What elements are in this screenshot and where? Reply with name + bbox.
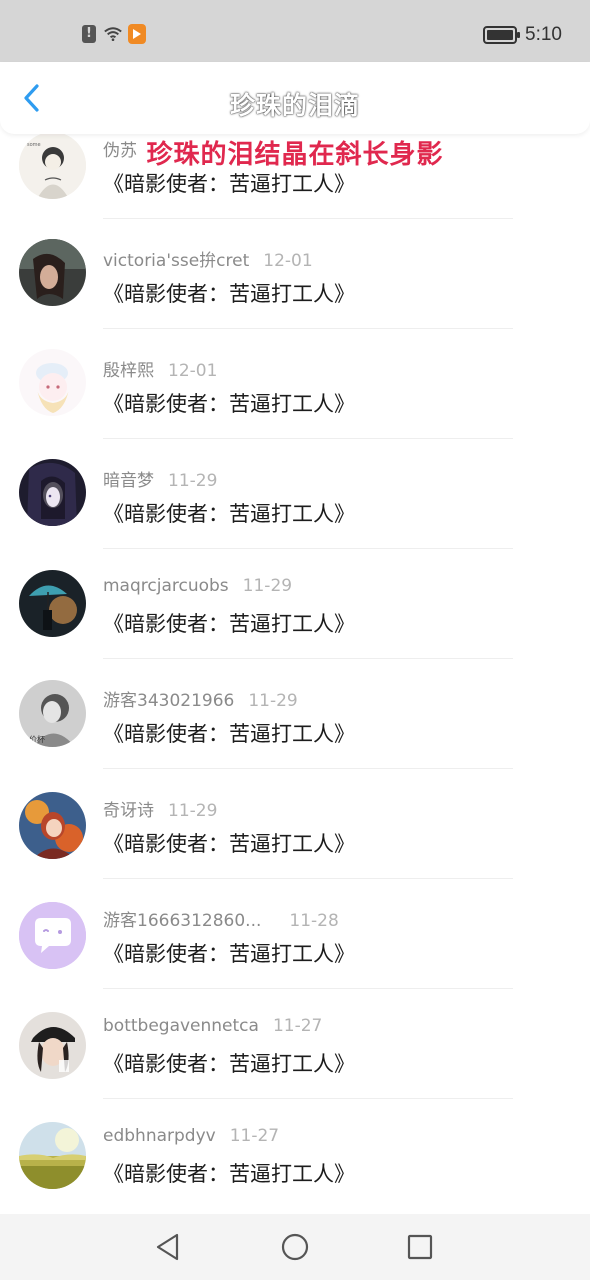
item-meta: victoria'sse拚cret 12-01 <box>103 246 313 271</box>
item-message[interactable]: 《暗影使者：苦逼打工人》 <box>103 828 355 858</box>
avatar-bw-photo-icon: 价杯 <box>19 680 86 747</box>
avatar-default-chat-icon <box>19 902 86 969</box>
item-message[interactable]: 《暗影使者：苦逼打工人》 <box>103 498 355 528</box>
item-date: 11-29 <box>242 576 293 596</box>
item-message[interactable]: 《暗影使者：苦逼打工人》 <box>103 278 355 308</box>
item-date: 11-29 <box>168 471 218 491</box>
list-item[interactable]: edbhnarpdyv 11-27 《暗影使者：苦逼打工人》 <box>0 1100 590 1210</box>
divider <box>103 658 513 659</box>
avatar-photo-dark-icon <box>19 239 86 306</box>
status-icons-right: 5:10 <box>483 24 562 46</box>
list-item[interactable]: 奇讶诗 11-29 《暗影使者：苦逼打工人》 <box>0 770 590 880</box>
nav-home-icon <box>281 1233 309 1261</box>
overlay-title-text: 珍珠的泪结晶在斜长身影 <box>146 140 444 170</box>
list-item[interactable]: 游客1666312860... 11-28 《暗影使者：苦逼打工人》 <box>0 880 590 990</box>
avatar[interactable] <box>19 459 86 526</box>
nav-back-icon <box>156 1233 179 1261</box>
avatar[interactable] <box>19 1012 86 1079</box>
divider <box>103 1098 513 1099</box>
list-item[interactable]: maqrcjarcuobs 11-29 《暗影使者：苦逼打工人》 <box>0 550 590 660</box>
user-name[interactable]: 暗音梦 <box>103 471 154 491</box>
avatar[interactable] <box>19 349 86 416</box>
item-date: 12-01 <box>168 361 218 381</box>
page-title: 珍珠的泪滴 <box>229 91 360 120</box>
status-icons-left: ! <box>80 24 146 44</box>
item-meta: bottbegavennetca 11-27 <box>103 1016 322 1036</box>
avatar[interactable]: 价杯 <box>19 680 86 747</box>
item-meta: 游客1666312860... 11-28 <box>103 906 339 931</box>
user-name[interactable]: 殷梓熙 <box>103 361 154 381</box>
user-name[interactable]: 奇讶诗 <box>103 801 154 821</box>
item-date: 11-29 <box>248 691 298 711</box>
divider <box>103 438 513 439</box>
avatar-cap-girl-icon <box>19 1012 86 1079</box>
avatar-anime-white-icon <box>19 349 86 416</box>
user-name[interactable]: victoria'sse拚cret <box>103 251 249 271</box>
list-item[interactable]: 暗音梦 11-29 《暗影使者：苦逼打工人》 <box>0 440 590 550</box>
user-name[interactable]: maqrcjarcuobs <box>103 576 229 596</box>
divider <box>103 328 513 329</box>
item-date: 12-01 <box>263 251 313 271</box>
item-meta: 暗音梦 11-29 <box>103 466 217 491</box>
item-date: 11-27 <box>272 1016 323 1036</box>
battery-icon <box>483 26 521 44</box>
user-name[interactable]: edbhnarpdyv <box>103 1126 216 1146</box>
item-message[interactable]: 《暗影使者：苦逼打工人》 <box>103 388 355 418</box>
user-name[interactable]: bottbegavennetca <box>103 1016 259 1036</box>
user-name[interactable]: 游客343021966 <box>103 691 234 711</box>
divider <box>103 218 513 219</box>
item-meta: 游客343021966 11-29 <box>103 686 298 711</box>
item-message[interactable]: 《暗影使者：苦逼打工人》 <box>103 1158 355 1188</box>
wifi-icon <box>104 24 122 44</box>
system-nav-bar <box>0 1214 590 1280</box>
status-bar: ! 5:10 <box>0 0 590 62</box>
item-meta: 奇讶诗 11-29 <box>103 796 217 821</box>
status-time: 5:10 <box>525 24 562 45</box>
svg-text:价杯: 价杯 <box>29 734 45 744</box>
item-message[interactable]: 《暗影使者：苦逼打工人》 <box>103 608 355 638</box>
alert-icon: ! <box>80 24 98 44</box>
divider <box>103 548 513 549</box>
item-meta: maqrcjarcuobs 11-29 <box>103 576 292 596</box>
list-item[interactable]: victoria'sse拚cret 12-01 《暗影使者：苦逼打工人》 <box>0 220 590 330</box>
divider <box>103 768 513 769</box>
header-bar: 珍珠的泪滴 <box>0 62 590 134</box>
video-app-icon <box>128 24 146 44</box>
nav-home-button[interactable] <box>280 1232 310 1262</box>
item-date: 11-29 <box>168 801 218 821</box>
item-message[interactable]: 《暗影使者：苦逼打工人》 <box>103 938 355 968</box>
user-name[interactable]: 游客1666312860... <box>103 911 261 931</box>
item-meta: edbhnarpdyv 11-27 <box>103 1126 279 1146</box>
divider <box>103 988 513 989</box>
avatar[interactable] <box>19 1122 86 1189</box>
nav-recent-icon <box>407 1234 433 1260</box>
divider <box>103 878 513 879</box>
item-date: 11-28 <box>289 911 339 931</box>
item-message[interactable]: 《暗影使者：苦逼打工人》 <box>103 718 355 748</box>
avatar-umbrella-icon <box>19 570 86 637</box>
nav-back-button[interactable] <box>153 1232 183 1262</box>
avatar[interactable] <box>19 902 86 969</box>
list-item[interactable]: bottbegavennetca 11-27 《暗影使者：苦逼打工人》 <box>0 990 590 1100</box>
avatar-autumn-girl-icon <box>19 792 86 859</box>
item-message[interactable]: 《暗影使者：苦逼打工人》 <box>103 1048 355 1078</box>
nav-recent-button[interactable] <box>405 1232 435 1262</box>
item-date: 11-27 <box>229 1126 280 1146</box>
list-item[interactable]: 价杯 游客343021966 11-29 《暗影使者：苦逼打工人》 <box>0 660 590 770</box>
list-item[interactable]: 殷梓熙 12-01 《暗影使者：苦逼打工人》 <box>0 330 590 440</box>
item-message[interactable]: 《暗影使者：苦逼打工人》 <box>103 168 355 198</box>
avatar[interactable] <box>19 570 86 637</box>
avatar[interactable] <box>19 239 86 306</box>
avatar[interactable] <box>19 792 86 859</box>
avatar-anime-dark-icon <box>19 459 86 526</box>
avatar-landscape-icon <box>19 1122 86 1189</box>
item-meta: 殷梓熙 12-01 <box>103 356 217 381</box>
